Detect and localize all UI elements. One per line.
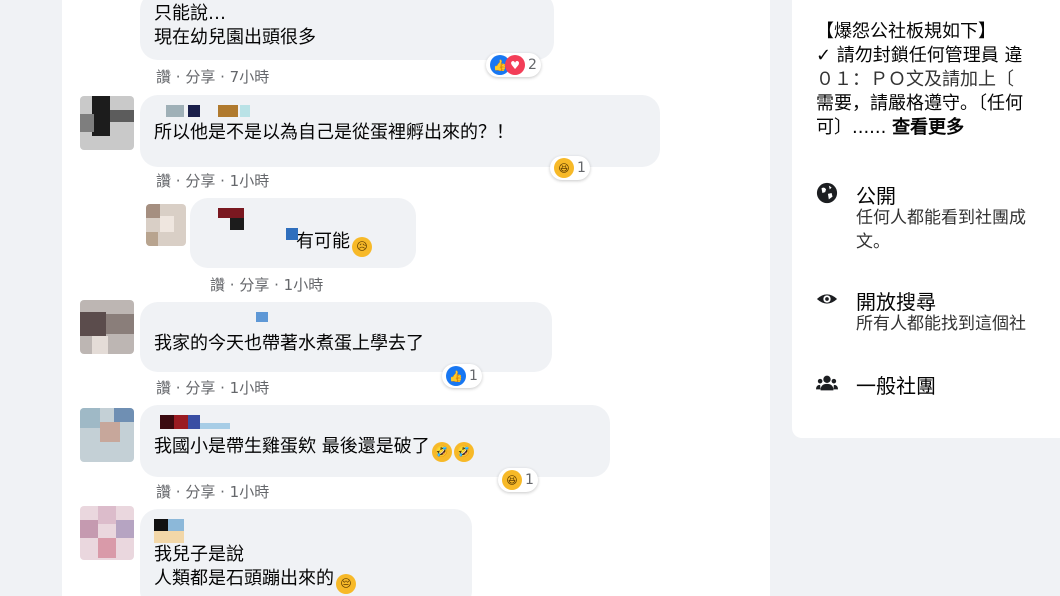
group-type-title: 一般社團 [856,374,936,398]
haha-icon: 😆 [554,158,574,178]
comment-text: 我國小是帶生雞蛋欸 最後還是破了 [154,436,430,457]
timestamp[interactable]: 1小時 [230,172,270,190]
relieved-emoji-icon: 😔 [336,574,356,594]
comment-feed: 只能說… 現在幼兒園出頭很多 👍 ♥ 2 讚 · 分享 · 7小時 所以他是不是… [62,0,770,596]
comment-text: 人類都是石頭蹦出來的 [154,568,334,589]
author-name-redacted[interactable] [204,208,402,230]
author-name-redacted[interactable] [154,415,596,431]
privacy-desc-line: 任何人都能看到社團成 [856,208,1026,228]
comment-bubble: 有可能 😥 [190,198,416,268]
comment-text: 現在幼兒園出頭很多 [154,27,316,48]
comment-bubble: 我兒子是說 人類都是石頭蹦出來的 😔 [140,509,472,596]
haha-icon: 😆 [502,470,522,490]
group-icon [816,375,838,391]
timestamp[interactable]: 1小時 [230,379,270,397]
like-link[interactable]: 讚 [210,276,225,294]
visibility-desc: 所有人都能找到這個社 [856,314,1026,334]
like-link[interactable]: 讚 [156,483,171,501]
visibility-title: 開放搜尋 [856,290,936,314]
comment-text: 我家的今天也帶著水煮蛋上學去了 [154,333,424,354]
rules-text: ０１：ＰＯ文及請加上〔 [816,69,1014,90]
timestamp[interactable]: 1小時 [284,276,324,294]
comment-bubble: 只能說… 現在幼兒園出頭很多 [140,0,554,60]
group-about-card: 【爆怨公社板規如下】 ✓ 請勿封鎖任何管理員 違 ０１：ＰＯ文及請加上〔 需要，… [792,0,1060,438]
rules-text: 可〕...... [816,117,887,138]
avatar[interactable] [80,300,134,354]
rofl-emoji-icon: 🤣 [453,442,474,462]
reaction-summary[interactable]: 👍 ♥ 2 [486,53,541,77]
reaction-count: 1 [577,160,586,176]
like-link[interactable]: 讚 [156,68,171,86]
comment-text: 所以他是不是以為自己是從蛋裡孵出來的？！ [154,122,514,143]
share-link[interactable]: 分享 [185,68,215,86]
reaction-count: 2 [528,57,537,73]
share-link[interactable]: 分享 [185,172,215,190]
author-name-redacted[interactable] [154,312,538,328]
like-icon: 👍 [446,366,466,386]
reaction-count: 1 [469,368,478,384]
author-name-redacted[interactable] [154,519,458,543]
comment-text: 有可能 [296,231,350,252]
see-more-link[interactable]: 查看更多 [892,117,964,138]
timestamp[interactable]: 7小時 [230,68,270,86]
timestamp[interactable]: 1小時 [230,483,270,501]
comment-actions: 讚 · 分享 · 1小時 [156,172,270,190]
comment-bubble: 我國小是帶生雞蛋欸 最後還是破了 🤣 🤣 [140,405,610,477]
avatar[interactable] [80,96,134,150]
avatar[interactable] [80,408,134,462]
avatar[interactable] [80,506,134,560]
comment-actions: 讚 · 分享 · 1小時 [156,379,270,397]
comment-text: 我兒子是說 [154,544,244,565]
share-link[interactable]: 分享 [239,276,269,294]
author-name-redacted[interactable] [154,105,646,117]
like-link[interactable]: 讚 [156,172,171,190]
pensive-emoji-icon: 😥 [352,237,372,257]
avatar[interactable] [146,204,186,246]
reaction-summary[interactable]: 👍 1 [442,364,482,388]
love-icon: ♥ [505,55,525,75]
share-link[interactable]: 分享 [185,379,215,397]
comment-actions: 讚 · 分享 · 7小時 [156,68,270,86]
eye-icon [816,294,838,304]
rules-text: ✓ 請勿封鎖任何管理員 違 [816,45,1023,66]
share-link[interactable]: 分享 [185,483,215,501]
comment-text: 只能說… [154,3,226,24]
reaction-summary[interactable]: 😆 1 [498,468,538,492]
globe-icon [816,182,838,204]
privacy-desc: 任何人都能看到社團成 文。 [856,206,1026,254]
comment-actions: 讚 · 分享 · 1小時 [210,276,324,294]
reaction-count: 1 [525,472,534,488]
rofl-emoji-icon: 🤣 [431,442,452,462]
privacy-desc-line: 文。 [856,232,890,252]
reaction-summary[interactable]: 😆 1 [550,156,590,180]
group-rules: 【爆怨公社板規如下】 ✓ 請勿封鎖任何管理員 違 ０１：ＰＯ文及請加上〔 需要，… [816,20,1023,140]
like-link[interactable]: 讚 [156,379,171,397]
privacy-title: 公開 [856,184,896,208]
comment-actions: 讚 · 分享 · 1小時 [156,483,270,501]
rules-title: 【爆怨公社板規如下】 [816,21,996,42]
comment-bubble: 我家的今天也帶著水煮蛋上學去了 [140,302,552,372]
rules-text: 需要，請嚴格遵守。〔任何 [816,93,1023,114]
